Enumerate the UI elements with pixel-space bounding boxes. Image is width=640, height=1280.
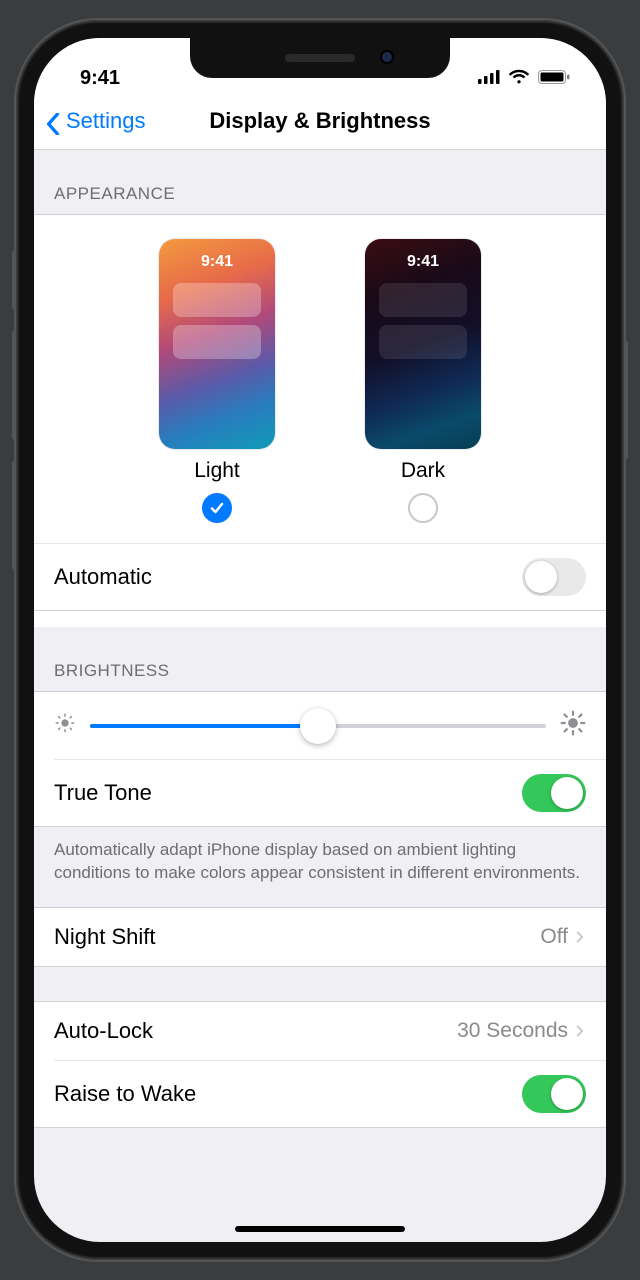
chevron-left-icon <box>46 113 62 129</box>
automatic-toggle[interactable] <box>522 558 586 596</box>
night-shift-label: Night Shift <box>54 924 156 950</box>
appearance-option-dark[interactable]: 9:41 Dark <box>365 239 481 523</box>
automatic-row: Automatic <box>34 543 606 611</box>
cellular-icon <box>478 67 500 90</box>
screen: 9:41 Settings Display & Br <box>34 38 606 1242</box>
auto-lock-label: Auto-Lock <box>54 1018 153 1044</box>
page-title: Display & Brightness <box>209 108 430 134</box>
appearance-option-light[interactable]: 9:41 Light <box>159 239 275 523</box>
preview-light: 9:41 <box>159 239 275 449</box>
home-indicator[interactable] <box>235 1226 405 1232</box>
brightness-slider[interactable] <box>90 724 546 728</box>
true-tone-toggle[interactable] <box>522 774 586 812</box>
auto-lock-row[interactable]: Auto-Lock 30 Seconds <box>34 1002 606 1060</box>
night-shift-row[interactable]: Night Shift Off <box>34 908 606 966</box>
back-button[interactable]: Settings <box>46 108 146 134</box>
section-header-brightness: BRIGHTNESS <box>34 627 606 691</box>
dark-label: Dark <box>401 459 445 483</box>
notch <box>190 38 450 78</box>
raise-to-wake-label: Raise to Wake <box>54 1081 196 1107</box>
auto-lock-value: 30 Seconds <box>457 1019 568 1043</box>
automatic-label: Automatic <box>54 564 152 590</box>
night-shift-value: Off <box>540 925 568 949</box>
status-time: 9:41 <box>80 67 120 90</box>
sun-min-icon <box>54 712 76 739</box>
raise-to-wake-toggle[interactable] <box>522 1075 586 1113</box>
chevron-right-icon <box>574 1019 586 1043</box>
wifi-icon <box>508 67 530 90</box>
navbar: Settings Display & Brightness <box>34 92 606 150</box>
sun-max-icon <box>560 710 586 741</box>
light-label: Light <box>194 459 240 483</box>
section-header-appearance: APPEARANCE <box>34 150 606 214</box>
true-tone-label: True Tone <box>54 780 152 806</box>
night-shift-group: Night Shift Off <box>34 907 606 967</box>
preview-dark: 9:41 <box>365 239 481 449</box>
radio-light[interactable] <box>202 493 232 523</box>
chevron-right-icon <box>574 925 586 949</box>
radio-dark[interactable] <box>408 493 438 523</box>
phone-frame: 9:41 Settings Display & Br <box>16 20 624 1260</box>
brightness-slider-row <box>34 692 606 759</box>
appearance-panel: 9:41 Light 9:41 Dark <box>34 214 606 627</box>
battery-icon <box>538 67 570 90</box>
lock-group: Auto-Lock 30 Seconds Raise to Wake <box>34 1001 606 1128</box>
brightness-group: True Tone <box>34 691 606 827</box>
raise-to-wake-row: Raise to Wake <box>34 1061 606 1127</box>
true-tone-row: True Tone <box>34 760 606 826</box>
back-label: Settings <box>66 108 146 134</box>
true-tone-description: Automatically adapt iPhone display based… <box>34 827 606 907</box>
